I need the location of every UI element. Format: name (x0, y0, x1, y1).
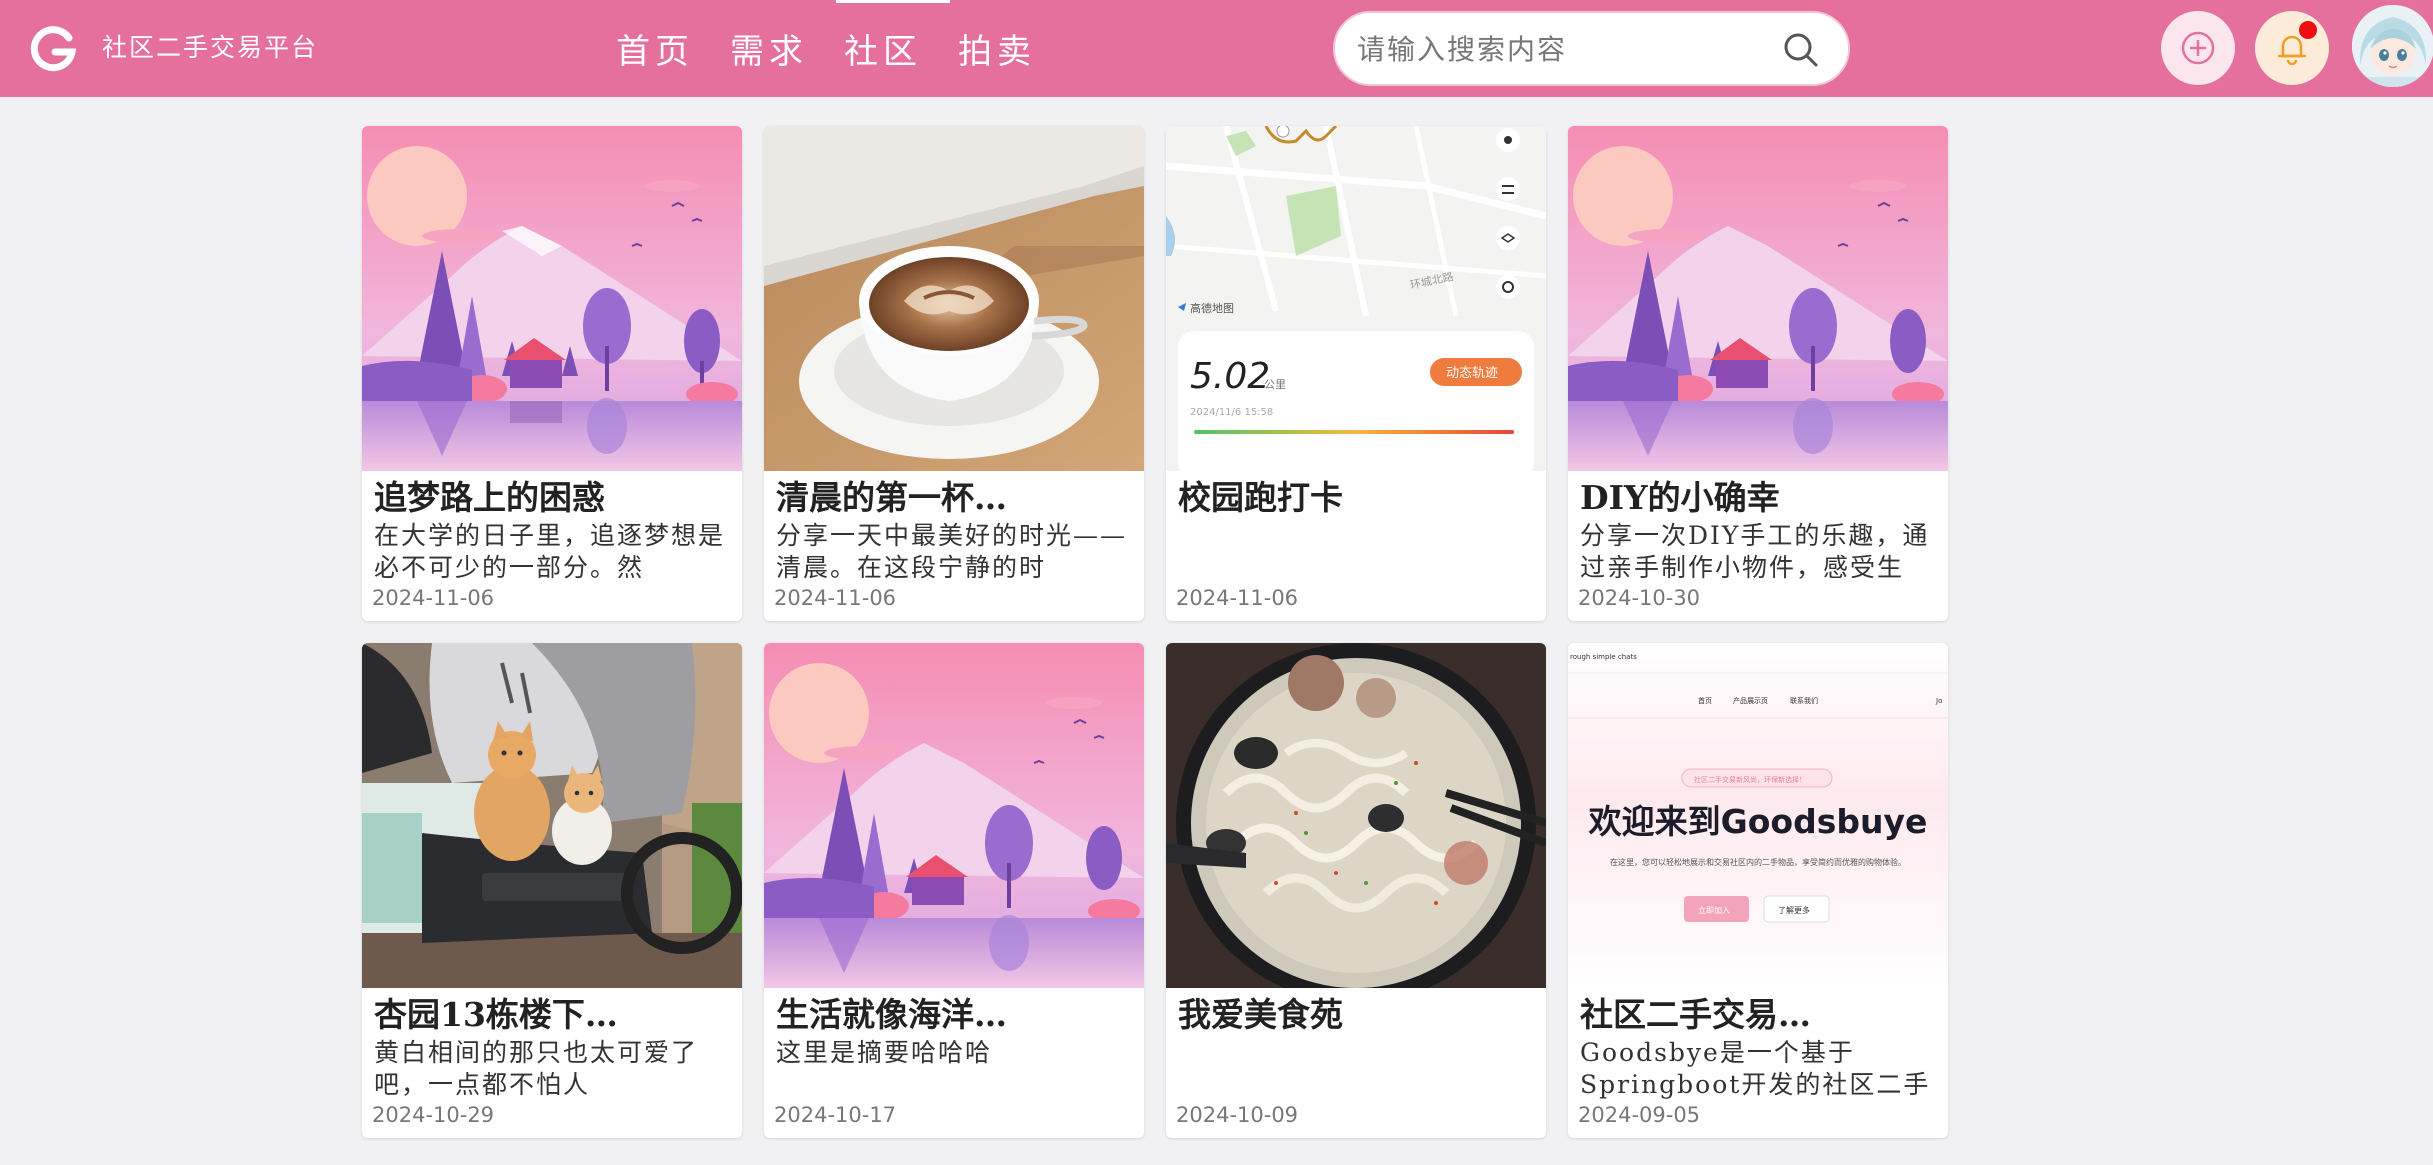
notification-badge-dot (2299, 21, 2317, 39)
landscape-illustration (1568, 126, 1948, 471)
post-card[interactable]: 清晨的第一杯… 分享一天中最美好的时光——清晨。在这段宁静的时 2024-11-… (764, 126, 1144, 621)
logo-g-icon[interactable] (30, 26, 76, 72)
post-summary: 这里是摘要哈哈哈 (776, 1038, 993, 1067)
website-screenshot: rough simple chats 首页 产品展示页 联系我们 Jo 社区二手… (1568, 643, 1948, 988)
post-card[interactable]: rough simple chats 首页 产品展示页 联系我们 Jo 社区二手… (1568, 643, 1948, 1138)
post-date: 2024-10-30 (1578, 586, 1701, 610)
post-cover-image (1166, 643, 1546, 988)
post-summary: 黄白相间的那只也太可爱了吧，一点都不怕人 (374, 1038, 699, 1099)
post-date: 2024-10-09 (1176, 1103, 1299, 1127)
post-summary: Goodsbye是一个基于Springboot开发的社区二手 (1580, 1038, 1931, 1099)
post-title: 我爱美食苑 (1178, 995, 1343, 1034)
post-date: 2024-09-05 (1578, 1103, 1701, 1127)
plus-circle-icon (2181, 31, 2215, 65)
add-post-button[interactable] (2161, 11, 2235, 85)
post-cover-image: 环城北路 高德地图 5.02 公里 动态轨迹 2024/11/6 15:58 (1166, 126, 1546, 471)
post-title: 追梦路上的困惑 (374, 478, 605, 517)
noodles-photo (1166, 643, 1546, 988)
anime-avatar-icon (2352, 5, 2433, 87)
preview-nav-contact: 联系我们 (1790, 696, 1818, 705)
preview-more-button: 了解更多 (1778, 905, 1810, 915)
post-card[interactable]: 我爱美食苑 2024-10-09 (1166, 643, 1546, 1138)
top-header: 社区二手交易平台 首页 需求 社区 拍卖 (0, 0, 2433, 97)
search-input[interactable] (1357, 28, 1767, 70)
post-cover-image (764, 126, 1144, 471)
post-date: 2024-10-29 (372, 1103, 495, 1127)
post-card[interactable]: 杏园13栋楼下… 黄白相间的那只也太可爱了吧，一点都不怕人 2024-10-29 (362, 643, 742, 1138)
post-cover-image (764, 643, 1144, 988)
post-title: 校园跑打卡 (1178, 478, 1343, 517)
post-title: DIY的小确幸 (1580, 478, 1780, 517)
preview-subtitle: 在这里，您可以轻松地展示和交易社区内的二手物品，享受简约而优雅的购物体验。 (1610, 857, 1906, 867)
post-date: 2024-11-06 (1176, 586, 1299, 610)
post-cover-image (362, 126, 742, 471)
nav-item-home[interactable]: 首页 (616, 0, 730, 97)
post-date: 2024-10-17 (774, 1103, 897, 1127)
post-card[interactable]: 生活就像海洋… 这里是摘要哈哈哈 2024-10-17 (764, 643, 1144, 1138)
landscape-illustration (764, 643, 1144, 988)
preview-nav-extra: Jo (1935, 697, 1942, 705)
post-summary (1178, 520, 1534, 584)
nav-item-community[interactable]: 社区 (836, 0, 958, 97)
notification-button[interactable] (2255, 11, 2329, 85)
post-card[interactable]: DIY的小确幸 分享一次DIY手工的乐趣，通过亲手制作小物件，感受生 2024-… (1568, 126, 1948, 621)
post-summary: 在大学的日子里，追逐梦想是必不可少的一部分。然 (374, 521, 726, 582)
map-brand-label: 高德地图 (1190, 301, 1234, 315)
post-title: 生活就像海洋… (776, 995, 1007, 1034)
post-title: 清晨的第一杯… (776, 478, 1007, 517)
nav-item-demand[interactable]: 需求 (730, 0, 844, 97)
run-time-label: 2024/11/6 15:58 (1190, 407, 1273, 418)
run-distance-unit: 公里 (1264, 378, 1286, 391)
post-cover-image: rough simple chats 首页 产品展示页 联系我们 Jo 社区二手… (1568, 643, 1948, 988)
post-card[interactable]: 追梦路上的困惑 在大学的日子里，追逐梦想是必不可少的一部分。然 2024-11-… (362, 126, 742, 621)
post-title: 社区二手交易… (1580, 995, 1811, 1034)
post-date: 2024-11-06 (774, 586, 897, 610)
post-cover-image (1568, 126, 1948, 471)
preview-headline: 欢迎来到Goodsbuye (1588, 802, 1928, 841)
preview-pill: 社区二手交易新风尚，环保新选择！ (1694, 775, 1806, 784)
post-summary (1178, 1037, 1534, 1101)
nav-item-auction[interactable]: 拍卖 (958, 0, 1072, 97)
search-box (1333, 11, 1850, 86)
post-summary: 分享一次DIY手工的乐趣，通过亲手制作小物件，感受生 (1580, 521, 1930, 582)
coffee-photo (764, 126, 1144, 471)
preview-top-text: rough simple chats (1570, 653, 1637, 661)
preview-nav-home: 首页 (1698, 696, 1712, 705)
post-card[interactable]: 环城北路 高德地图 5.02 公里 动态轨迹 2024/11/6 15:58 校… (1166, 126, 1546, 621)
post-title: 杏园13栋楼下… (374, 995, 618, 1034)
brand-title: 社区二手交易平台 (102, 33, 319, 62)
run-distance-value: 5.02 (1190, 356, 1270, 397)
run-map-screenshot: 环城北路 高德地图 5.02 公里 动态轨迹 2024/11/6 15:58 (1166, 126, 1546, 471)
post-date: 2024-11-06 (372, 586, 495, 610)
preview-nav-products: 产品展示页 (1733, 696, 1768, 705)
user-avatar[interactable] (2352, 5, 2433, 87)
post-summary: 分享一天中最美好的时光——清晨。在这段宁静的时 (776, 521, 1128, 582)
preview-join-button: 立即加入 (1698, 905, 1730, 915)
landscape-illustration (362, 126, 742, 471)
search-icon[interactable] (1781, 30, 1821, 70)
post-cover-image (362, 643, 742, 988)
cats-photo (362, 643, 742, 988)
main-nav: 首页 需求 社区 拍卖 (616, 0, 1072, 97)
dynamic-track-badge: 动态轨迹 (1446, 366, 1498, 381)
